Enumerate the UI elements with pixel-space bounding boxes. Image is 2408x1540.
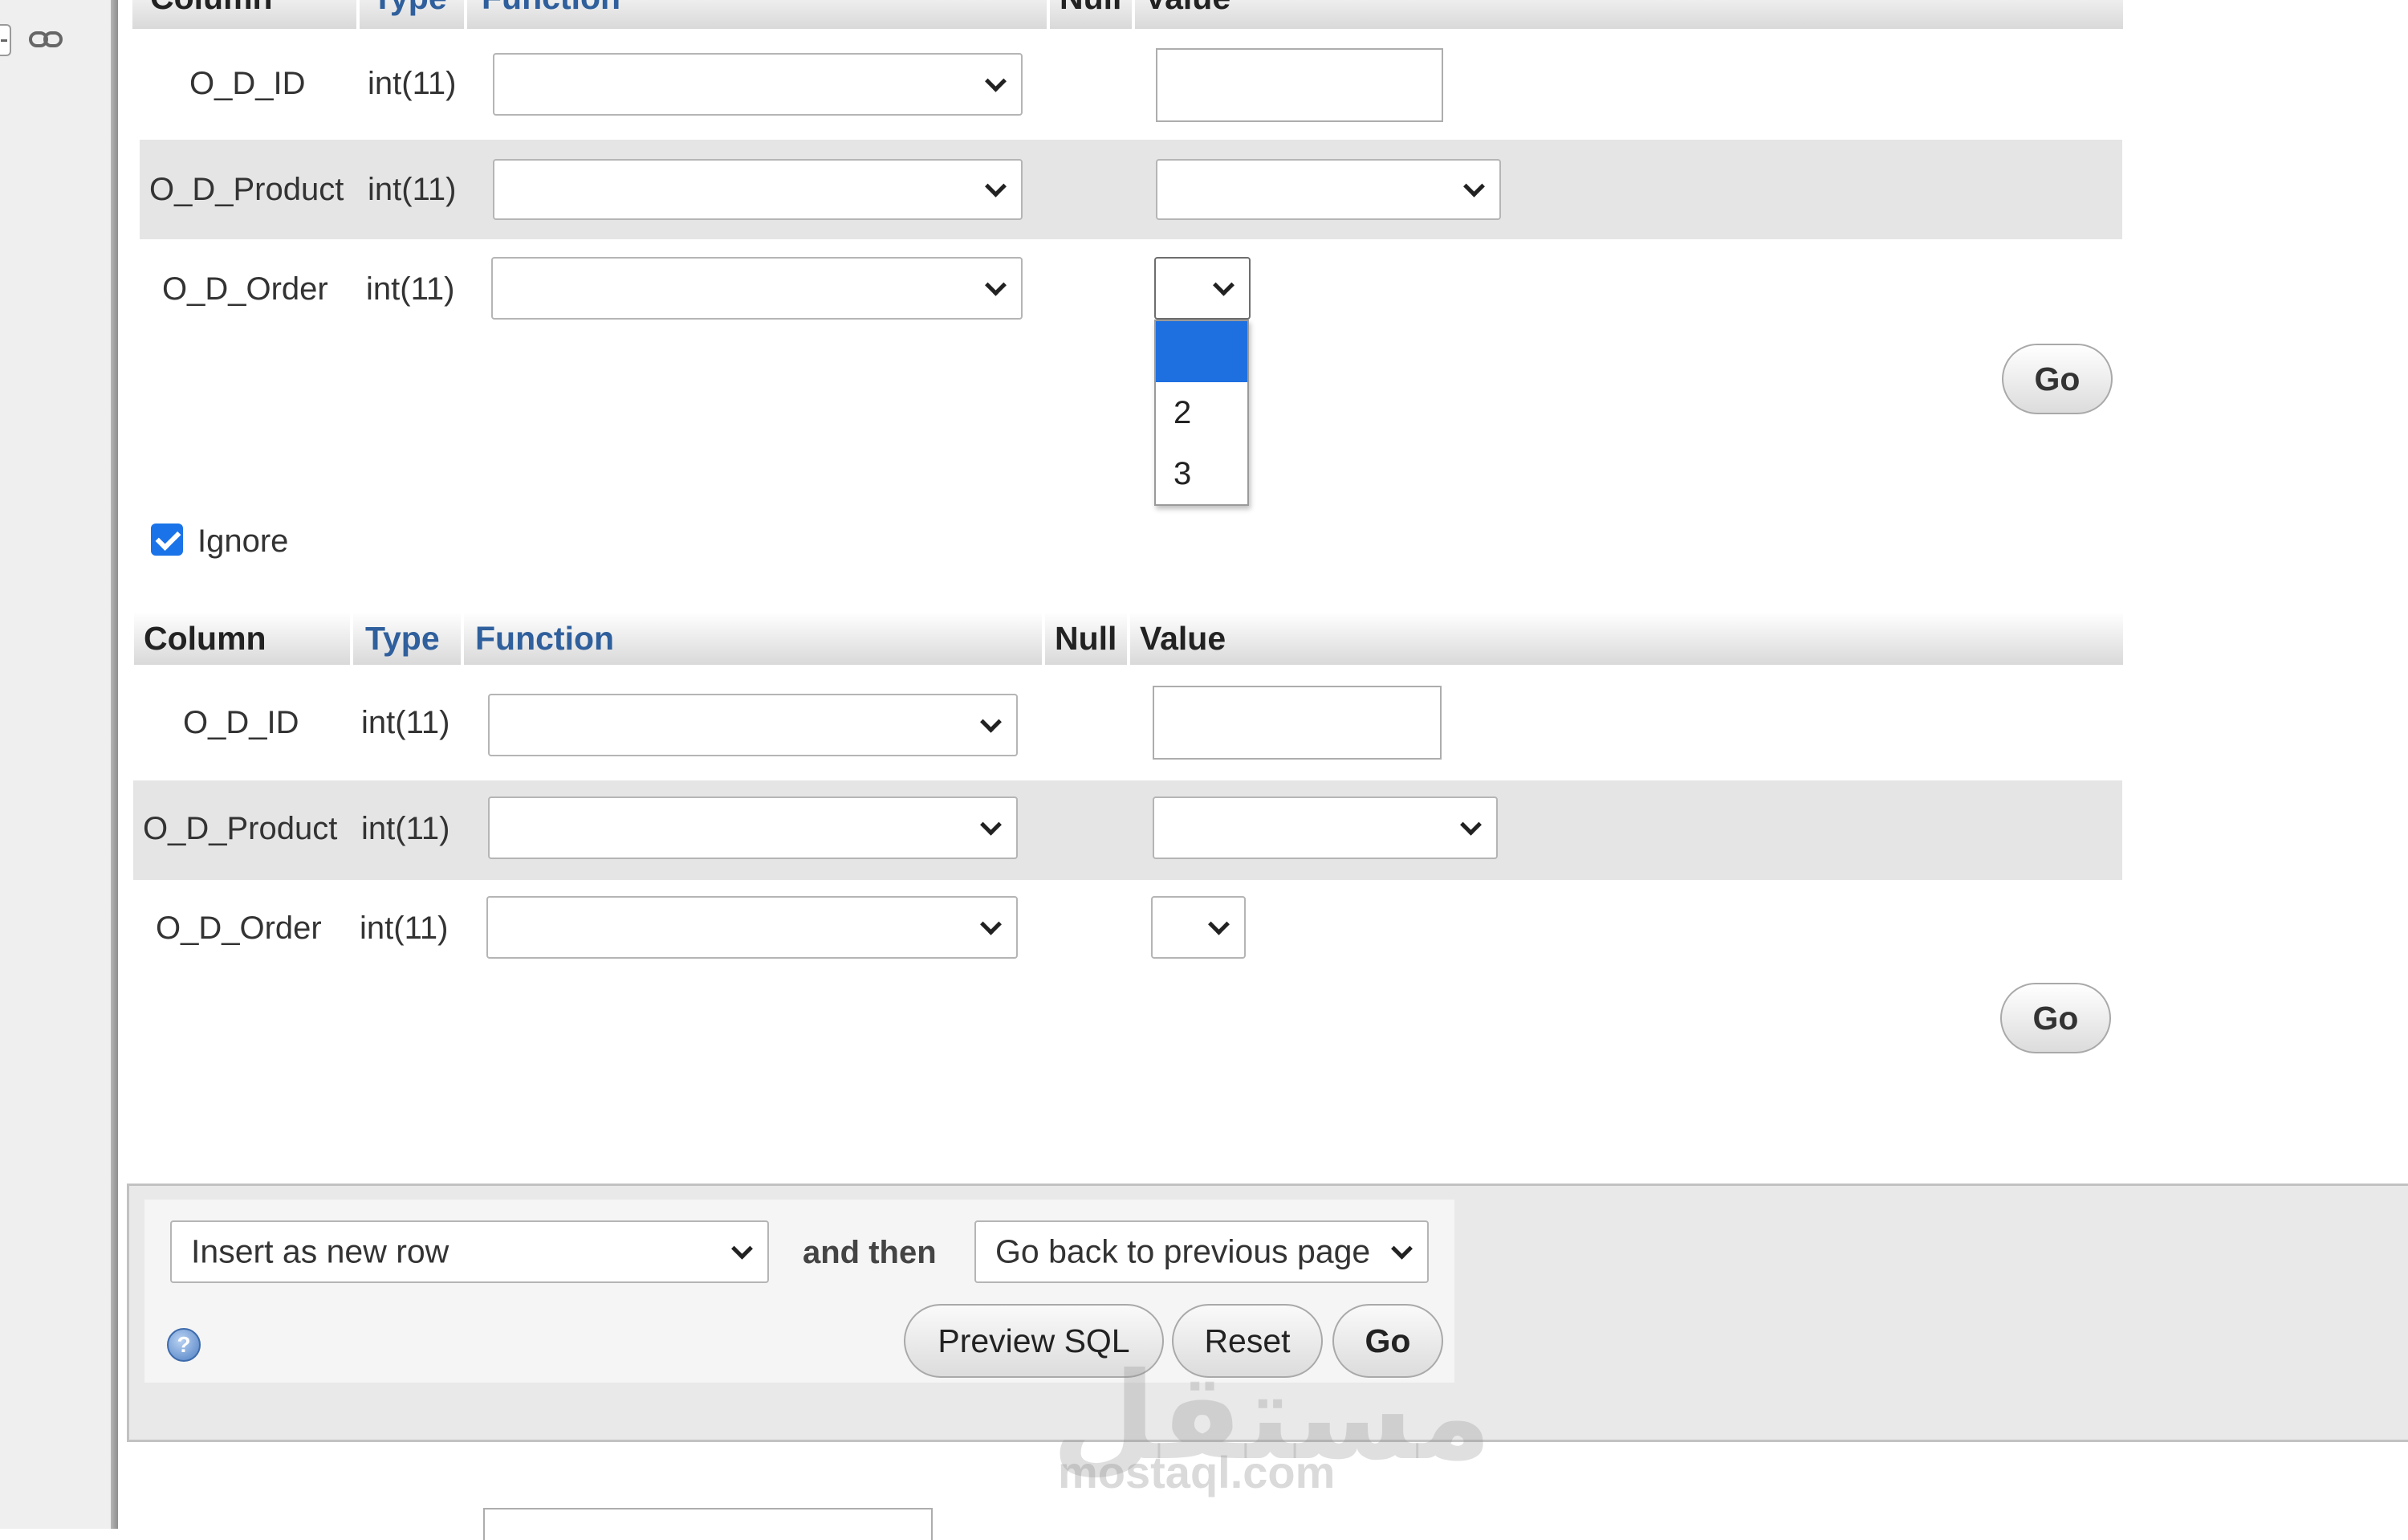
chevron-down-icon [980,913,1002,935]
column-name: O_D_Order [156,911,322,946]
column-type: int(11) [361,705,450,740]
ignore-checkbox[interactable] [151,524,183,556]
header-column: Column [150,0,273,24]
header-column: Column [144,620,266,657]
header-null: Null [1055,620,1117,657]
value-select[interactable] [1153,796,1498,859]
header-function[interactable]: Function [482,0,620,24]
column-type: int(11) [368,172,457,207]
chevron-down-icon [1208,913,1230,935]
go-button[interactable]: Go [2000,983,2111,1053]
header-value: Value [1145,0,1230,24]
chevron-down-icon [1463,175,1485,198]
column-name: O_D_Product [143,811,338,846]
value-select[interactable] [1151,896,1246,959]
navigation-resize-handle[interactable] [111,0,118,1529]
insert-mode-select[interactable]: Insert as new row [170,1220,769,1283]
bottom-input[interactable] [483,1508,933,1540]
chevron-down-icon [1213,274,1235,296]
after-insert-select[interactable]: Go back to previous page [974,1220,1429,1283]
value-input[interactable] [1153,686,1442,760]
chevron-down-icon [1460,813,1482,836]
chevron-down-icon [1391,1237,1413,1260]
chevron-down-icon [980,711,1002,733]
ignore-label[interactable]: Ignore [197,525,288,557]
header-value: Value [1140,620,1226,657]
value-input[interactable] [1156,48,1443,122]
link-icon[interactable] [29,27,63,51]
column-type: int(11) [368,66,457,101]
function-select[interactable] [488,796,1018,859]
header-type[interactable]: Type [372,0,447,24]
function-select[interactable] [486,896,1018,959]
collapse-tree-icon[interactable] [0,24,11,56]
column-type: int(11) [366,271,455,307]
column-name: O_D_ID [183,705,299,740]
function-select[interactable] [493,159,1023,220]
value-select-open[interactable] [1154,257,1251,320]
column-name: O_D_ID [189,66,306,101]
column-name: O_D_Order [162,271,328,307]
chevron-down-icon [985,175,1007,198]
column-type: int(11) [361,811,450,846]
dropdown-option[interactable] [1156,321,1247,382]
dropdown-option[interactable]: 2 [1156,382,1247,443]
and-then-label: and then [803,1235,937,1270]
navigation-panel [0,0,111,1529]
chevron-down-icon [985,274,1007,296]
help-icon[interactable]: ? [167,1328,201,1362]
header-type[interactable]: Type [365,612,440,665]
function-select[interactable] [493,53,1023,116]
chevron-down-icon [985,70,1007,92]
chevron-down-icon [980,813,1002,836]
go-button[interactable]: Go [2002,344,2113,414]
header-function[interactable]: Function [475,612,614,665]
function-select[interactable] [491,257,1023,320]
dropdown-option[interactable]: 3 [1156,443,1247,504]
header-null: Null [1060,0,1121,24]
function-select[interactable] [488,694,1018,756]
chevron-down-icon [731,1237,753,1260]
value-select[interactable] [1156,159,1501,220]
column-type: int(11) [360,911,449,946]
value-dropdown-list: 2 3 [1154,320,1249,506]
watermark-text: mostaql.com [1058,1447,1336,1497]
column-name: O_D_Product [149,172,344,207]
